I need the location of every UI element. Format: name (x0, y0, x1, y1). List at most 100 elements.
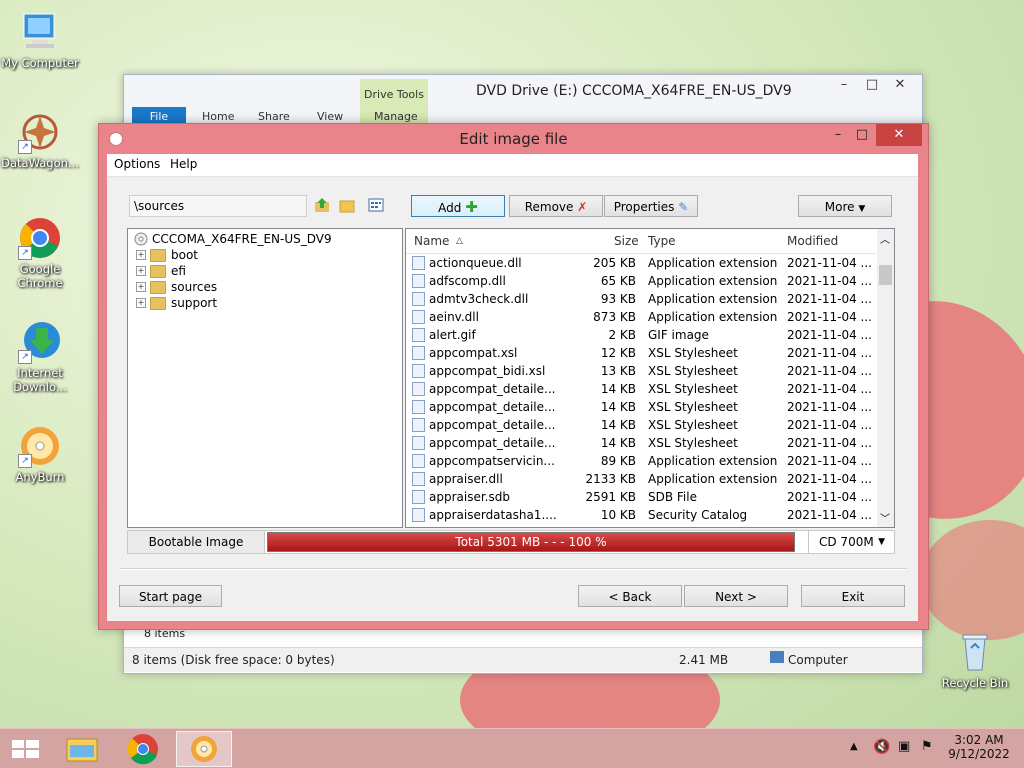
path-field[interactable]: \sources (129, 195, 307, 217)
datawagon-icon: ↗ (18, 110, 62, 154)
file-row[interactable]: appraiser.dll 2133 KB Application extensio… (406, 470, 876, 488)
desktop-icon-anyburn[interactable]: ↗ AnyBurn (0, 424, 80, 484)
up-folder-icon[interactable] (314, 197, 330, 213)
properties-button[interactable]: Properties ✎ (604, 195, 698, 217)
file-row[interactable]: appcompat_detaile... 14 KB XSL Stylesheet 2… (406, 434, 876, 452)
expand-icon[interactable]: + (136, 298, 146, 308)
view-mode-icon[interactable] (368, 197, 384, 213)
file-row[interactable]: appraiser.sdb 2591 KB SDB File 2021-11-04 .… (406, 488, 876, 506)
close-button[interactable]: ✕ (886, 77, 914, 92)
tab-manage[interactable]: Manage (374, 110, 418, 123)
close-button[interactable]: ✕ (876, 124, 922, 146)
next-button[interactable]: Next > (684, 585, 788, 607)
file-row[interactable]: appraiserdatasha1.... 10 KB Security Catal… (406, 506, 876, 524)
expand-icon[interactable]: + (136, 250, 146, 260)
file-name: appcompat_bidi.xsl (429, 364, 546, 378)
tab-home[interactable]: Home (202, 110, 234, 123)
file-row[interactable]: actionqueue.dll 205 KB Application extensi… (406, 254, 876, 272)
file-size: 2 KB (608, 328, 636, 342)
minimize-button[interactable]: – (826, 124, 850, 146)
file-type: Application extension (648, 256, 778, 270)
file-type: Application extension (648, 310, 778, 324)
file-row[interactable]: appcompat_detaile... 14 KB XSL Stylesheet 2… (406, 380, 876, 398)
bootable-image-button[interactable]: Bootable Image (128, 531, 265, 553)
file-type: Security Catalog (648, 508, 748, 522)
file-row[interactable]: appcompat_detaile... 14 KB XSL Stylesheet 2… (406, 416, 876, 434)
expand-icon[interactable]: + (136, 266, 146, 276)
file-size: 65 KB (600, 274, 636, 288)
desktop-icon-my-computer[interactable]: My Computer (0, 10, 80, 70)
column-modified[interactable]: Modified (787, 234, 838, 248)
menu-help[interactable]: Help (170, 157, 197, 171)
column-name[interactable]: Name (414, 234, 449, 248)
network-icon[interactable]: ▣ (898, 739, 910, 754)
desktop-icon-recycle-bin[interactable]: Recycle Bin (935, 630, 1015, 690)
start-button[interactable] (0, 731, 56, 767)
column-type[interactable]: Type (648, 234, 676, 248)
folder-tree[interactable]: CCCOMA_X64FRE_EN-US_DV9 + boot + efi + s… (127, 228, 403, 528)
more-button[interactable]: More ▼ (798, 195, 892, 217)
add-button[interactable]: Add ✚ (411, 195, 505, 217)
media-size-select[interactable]: CD 700M ▼ (808, 531, 893, 553)
shortcut-arrow-icon: ↗ (18, 246, 32, 260)
file-row[interactable]: adfscomp.dll 65 KB Application extension 20… (406, 272, 876, 290)
edit-image-dialog[interactable]: Edit image file – □ ✕ Options Help \sour… (98, 123, 929, 630)
computer-small-icon (770, 651, 784, 663)
remove-button[interactable]: Remove ✗ (509, 195, 603, 217)
action-center-icon[interactable]: ⚑ (921, 739, 933, 754)
file-name: appcompat_detaile... (429, 382, 556, 396)
file-type: GIF image (648, 328, 709, 342)
file-type: Application extension (648, 454, 778, 468)
explorer-status-bar: 8 items (Disk free space: 0 bytes) 2.41 … (124, 647, 922, 672)
scroll-thumb[interactable] (879, 265, 892, 285)
vertical-scrollbar[interactable]: ︿ ﹀ (877, 229, 894, 527)
file-list[interactable]: Name △ Size Type Modified actionqueue.dl… (405, 228, 895, 528)
speaker-muted-icon[interactable]: 🔇 (873, 739, 890, 755)
file-name: admtv3check.dll (429, 292, 529, 306)
file-name: appcompat_detaile... (429, 436, 556, 450)
file-row[interactable]: aeinv.dll 873 KB Application extension 2021… (406, 308, 876, 326)
start-page-button[interactable]: Start page (119, 585, 222, 607)
taskbar-anyburn[interactable] (176, 731, 232, 767)
maximize-button[interactable]: □ (850, 124, 874, 146)
taskbar-chrome[interactable] (115, 731, 171, 767)
tab-view[interactable]: View (317, 110, 343, 123)
scroll-down-icon[interactable]: ﹀ (880, 510, 890, 525)
desktop-icon-datawagon[interactable]: ↗ DataWagon... (0, 110, 80, 170)
file-type: XSL Stylesheet (648, 400, 738, 414)
status-size: 2.41 MB (679, 653, 729, 667)
clock[interactable]: 3:02 AM 9/12/2022 (948, 733, 1010, 761)
scroll-up-icon[interactable]: ︿ (880, 231, 890, 246)
minimize-button[interactable]: – (830, 77, 858, 92)
file-row[interactable]: admtv3check.dll 93 KB Application extensio… (406, 290, 876, 308)
maximize-button[interactable]: □ (858, 77, 886, 92)
file-modified: 2021-11-04 ... (787, 274, 872, 288)
windows-logo-icon (12, 740, 39, 758)
menu-options[interactable]: Options (114, 157, 160, 171)
file-size: 205 KB (593, 256, 636, 270)
tab-share[interactable]: Share (258, 110, 290, 123)
show-hidden-icons[interactable]: ▲ (850, 741, 858, 752)
exit-button[interactable]: Exit (801, 585, 905, 607)
capacity-bar: Bootable Image Total 5301 MB - - - 100 %… (127, 530, 895, 554)
capacity-progress: Total 5301 MB - - - 100 % (267, 532, 795, 552)
tree-item-label: efi (171, 264, 186, 278)
file-row[interactable]: appcompatservicin... 89 KB Application ext… (406, 452, 876, 470)
file-row[interactable]: appcompat_detaile... 14 KB XSL Stylesheet 2… (406, 398, 876, 416)
file-size: 14 KB (600, 418, 636, 432)
file-name: appcompat.xsl (429, 346, 518, 360)
back-button[interactable]: < Back (578, 585, 682, 607)
taskbar-file-explorer[interactable] (55, 731, 111, 767)
file-size: 14 KB (600, 400, 636, 414)
file-row[interactable]: appcompat.xsl 12 KB XSL Stylesheet 2021-11-… (406, 344, 876, 362)
file-row[interactable]: appcompat_bidi.xsl 13 KB XSL Stylesheet 202… (406, 362, 876, 380)
new-folder-icon[interactable] (339, 197, 355, 213)
expand-icon[interactable]: + (136, 282, 146, 292)
file-name: adfscomp.dll (429, 274, 506, 288)
desktop-icon-google-chrome[interactable]: ↗ Google Chrome (0, 216, 80, 290)
desktop-icon-internet-download[interactable]: ↗ Internet Downlo... (0, 320, 80, 394)
file-row[interactable]: alert.gif 2 KB GIF image 2021-11-04 ... (406, 326, 876, 344)
explorer-title: DVD Drive (E:) CCCOMA_X64FRE_EN-US_DV9 (476, 83, 792, 99)
column-size[interactable]: Size (614, 234, 639, 248)
file-modified: 2021-11-04 ... (787, 310, 872, 324)
